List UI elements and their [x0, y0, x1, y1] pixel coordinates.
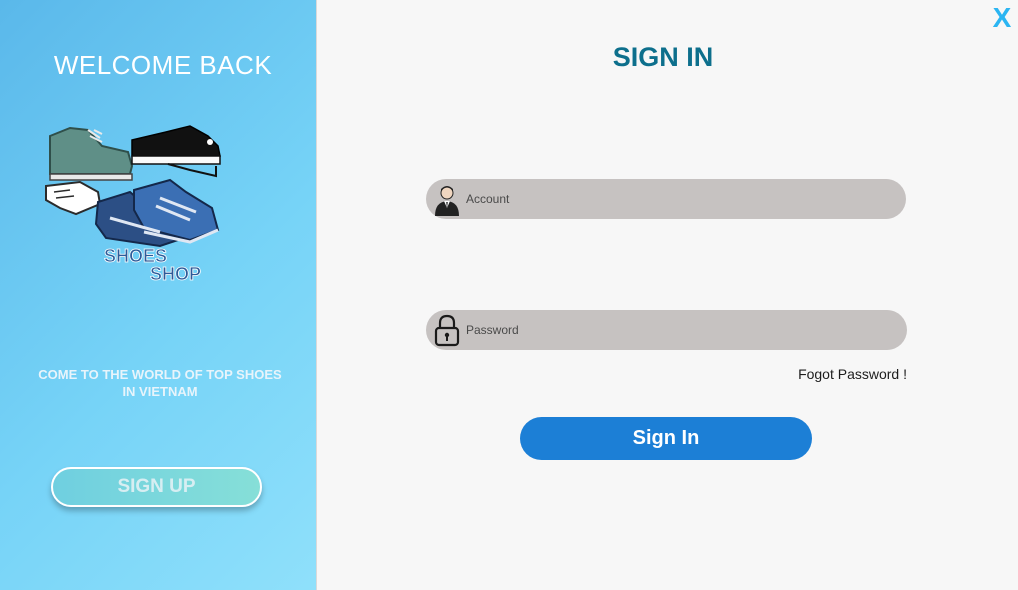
welcome-heading: WELCOME BACK — [53, 50, 273, 80]
account-placeholder: Account — [466, 192, 510, 206]
user-icon — [430, 182, 464, 216]
tagline: COME TO THE WORLD OF TOP SHOES IN VIETNA… — [20, 366, 300, 400]
lock-icon — [430, 313, 464, 347]
password-field[interactable]: Password — [426, 310, 907, 350]
close-icon[interactable]: X — [990, 2, 1014, 34]
tagline-line-1: COME TO THE WORLD OF TOP SHOES — [38, 367, 282, 382]
page-title: SIGN IN — [612, 42, 714, 72]
sign-up-button[interactable]: SIGN UP — [51, 467, 262, 507]
account-field[interactable]: Account — [426, 179, 906, 219]
tagline-line-2: IN VIETNAM — [122, 384, 198, 399]
sign-in-button[interactable]: Sign In — [520, 417, 812, 460]
logo-text-shoes: SHOES — [104, 246, 167, 266]
forgot-password-link[interactable]: Fogot Password ! — [798, 366, 907, 382]
welcome-panel: WELCOME BACK SHOES SHOP COME TO THE WORL… — [0, 0, 317, 590]
shoes-logo-icon: SHOES SHOP — [40, 108, 240, 288]
password-placeholder: Password — [466, 323, 519, 337]
logo-text-shop: SHOP — [150, 264, 201, 284]
